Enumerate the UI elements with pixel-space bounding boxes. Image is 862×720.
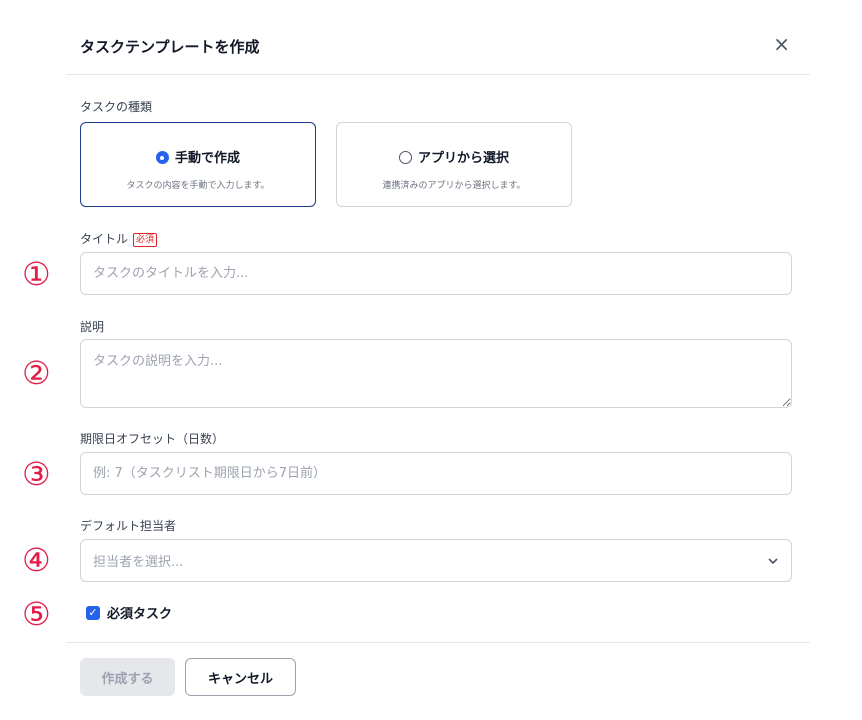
annotation-marker-1: ①	[22, 255, 51, 293]
annotation-marker-3: ③	[22, 455, 51, 493]
option-description: タスクの内容を手動で入力します。	[126, 181, 270, 191]
task-type-option-manual[interactable]: 手動で作成 タスクの内容を手動で入力します。	[80, 122, 316, 207]
annotation-marker-4: ④	[22, 541, 51, 579]
due-offset-input[interactable]	[80, 452, 792, 495]
option-label: アプリから選択	[417, 151, 509, 166]
due-offset-field-label: 期限日オフセット（日数）	[80, 432, 225, 446]
required-badge: 必須	[133, 233, 158, 247]
dialog-title: タスクテンプレートを作成	[80, 38, 260, 56]
description-field-label: 説明	[80, 320, 105, 334]
required-task-checkbox-row[interactable]: ✓ 必須タスク	[86, 603, 172, 622]
checkbox-checked-icon[interactable]: ✓	[86, 605, 100, 620]
assignee-select-placeholder: 担当者を選択...	[93, 555, 184, 570]
annotation-marker-2: ②	[22, 354, 51, 392]
radio-selected-icon	[155, 151, 169, 164]
assignee-select[interactable]: 担当者を選択...	[80, 539, 792, 582]
create-button[interactable]: 作成する	[80, 658, 175, 696]
cancel-button[interactable]: キャンセル	[185, 658, 296, 696]
radio-unselected-icon	[398, 151, 412, 164]
assignee-field-label: デフォルト担当者	[80, 519, 177, 533]
task-type-label: タスクの種類	[80, 100, 153, 114]
close-icon[interactable]: ×	[773, 34, 790, 54]
description-textarea[interactable]	[80, 339, 792, 408]
option-label: 手動で作成	[174, 151, 240, 166]
dialog-header: タスクテンプレートを作成 ×	[66, 28, 810, 75]
title-input[interactable]	[80, 252, 792, 295]
footer-divider	[66, 642, 810, 643]
option-description: 連携済みのアプリから選択します。	[382, 181, 526, 191]
title-field-label: タイトル 必須	[80, 230, 158, 247]
required-task-label: 必須タスク	[107, 607, 173, 622]
annotation-marker-5: ⑤	[22, 595, 51, 633]
task-type-option-app[interactable]: アプリから選択 連携済みのアプリから選択します。	[336, 122, 572, 207]
chevron-down-icon	[767, 554, 779, 568]
